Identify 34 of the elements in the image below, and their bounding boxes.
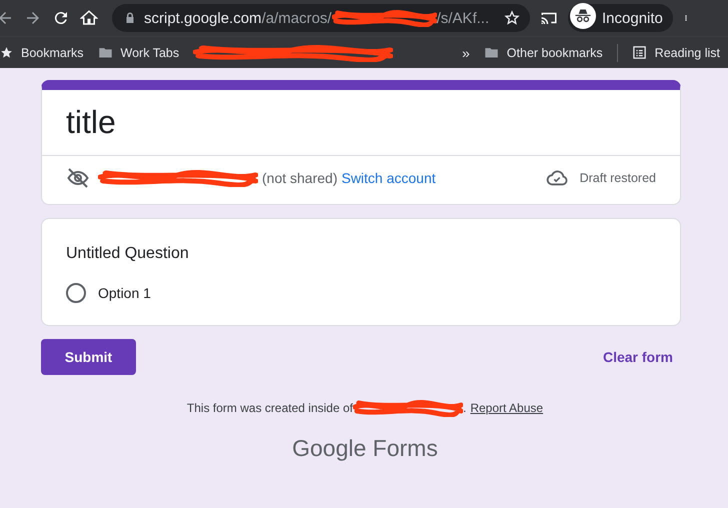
bookmarks-button[interactable]: Bookmarks: [0, 46, 84, 60]
forward-icon[interactable]: [24, 9, 42, 27]
profile-label: Incognito: [602, 10, 663, 26]
footer-text: .: [463, 401, 466, 415]
bookmark-folder[interactable]: Work Tabs: [98, 45, 180, 60]
account-note: (not shared): [262, 170, 338, 186]
draft-status: Draft restored: [580, 171, 656, 185]
option-label: Option 1: [98, 285, 151, 301]
star-icon: [0, 46, 13, 59]
address-bar[interactable]: script.google.com/a/macros/ /s/AKf...: [112, 4, 530, 32]
form-title: title: [42, 90, 680, 156]
switch-account-link[interactable]: Switch account: [341, 170, 436, 186]
folder-icon: [98, 45, 113, 60]
list-icon: [632, 45, 647, 60]
reading-list-button[interactable]: Reading list: [632, 45, 720, 60]
question-title: Untitled Question: [66, 245, 190, 263]
folder-icon: [484, 45, 499, 60]
home-icon[interactable]: [80, 9, 98, 27]
footer-text: This form was created inside of: [186, 401, 353, 415]
google-forms-logo: Google Forms: [291, 435, 438, 462]
overflow-button[interactable]: »: [462, 44, 470, 60]
lock-icon: [124, 12, 136, 24]
bookmark-folder[interactable]: Other bookmarks: [484, 45, 603, 60]
clear-form-button[interactable]: Clear form: [594, 343, 681, 371]
incognito-button[interactable]: Incognito: [568, 4, 673, 32]
reload-icon[interactable]: [52, 9, 70, 27]
star-icon[interactable]: [504, 10, 520, 26]
url-path: /a/macros/: [262, 10, 332, 26]
url-host: script.google.com: [144, 10, 262, 26]
submit-button[interactable]: Submit: [41, 339, 136, 375]
eye-slash-icon: [66, 166, 90, 190]
report-abuse-link[interactable]: Report Abuse: [470, 401, 544, 415]
radio-button[interactable]: [66, 283, 86, 303]
url-path: /s/AKf...: [436, 10, 490, 26]
